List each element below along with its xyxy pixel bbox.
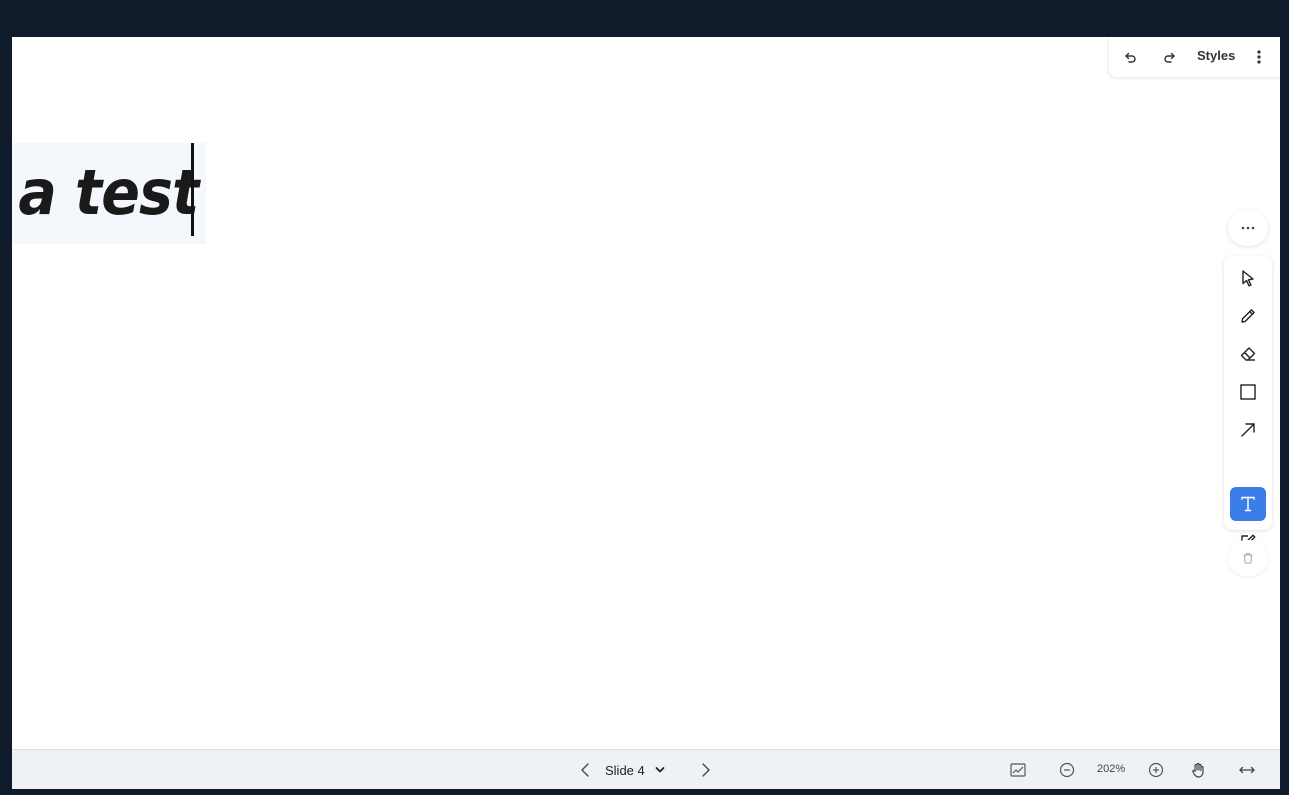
more-menu-button[interactable]: [1246, 45, 1272, 69]
rectangle-tool[interactable]: [1230, 375, 1266, 409]
zoom-in-button[interactable]: [1143, 757, 1169, 783]
bottom-bar: Slide 4 202%: [12, 749, 1280, 789]
chevron-right-icon: [701, 762, 711, 778]
arrow-tool[interactable]: [1230, 413, 1266, 447]
slide-label: Slide 4: [605, 762, 645, 778]
previous-slide-button[interactable]: [572, 757, 598, 783]
text-caret: [191, 143, 194, 236]
chevron-left-icon: [580, 762, 590, 778]
kebab-menu-icon: [1256, 49, 1262, 65]
chevron-down-icon: [655, 766, 665, 774]
hand-icon: [1190, 762, 1206, 778]
eraser-tool[interactable]: [1230, 337, 1266, 371]
redo-button[interactable]: [1157, 45, 1183, 69]
text-box[interactable]: is a test: [12, 143, 206, 244]
zoom-out-button[interactable]: [1054, 757, 1080, 783]
chart-button[interactable]: [1005, 757, 1031, 783]
more-tools-button[interactable]: [1228, 210, 1268, 246]
select-tool[interactable]: [1230, 261, 1266, 295]
fit-width-icon: [1238, 765, 1256, 775]
square-icon: [1239, 383, 1257, 401]
pan-button[interactable]: [1185, 757, 1211, 783]
zoom-in-icon: [1148, 762, 1164, 778]
right-frame-edge: [1280, 37, 1289, 789]
chart-icon: [1010, 763, 1026, 777]
text-t-icon: [1239, 495, 1257, 513]
cursor-arrow-icon: [1239, 269, 1257, 287]
trash-icon: [1242, 552, 1254, 564]
ellipsis-icon: [1241, 226, 1255, 230]
left-frame-edge: [0, 37, 12, 789]
delete-button[interactable]: [1228, 540, 1268, 576]
text-box-content[interactable]: is a test: [12, 149, 199, 237]
zoom-level: 202%: [1097, 763, 1126, 775]
fit-width-button[interactable]: [1234, 757, 1260, 783]
bottom-frame-edge: [0, 789, 1289, 795]
pencil-icon: [1239, 307, 1257, 325]
arrow-up-right-icon: [1239, 421, 1257, 439]
zoom-out-icon: [1059, 762, 1075, 778]
eraser-icon: [1239, 345, 1257, 363]
top-toolbar: Styles: [1109, 37, 1280, 77]
top-bar: [0, 0, 1289, 37]
undo-icon: [1122, 49, 1138, 65]
tool-palette: [1224, 256, 1272, 549]
redo-icon: [1162, 49, 1178, 65]
pen-tool[interactable]: [1230, 299, 1266, 333]
next-slide-button[interactable]: [693, 757, 719, 783]
slide-selector[interactable]: Slide 4: [605, 758, 683, 782]
text-tool[interactable]: [1230, 487, 1266, 521]
undo-button[interactable]: [1117, 45, 1143, 69]
styles-button[interactable]: Styles: [1197, 48, 1235, 63]
whiteboard-canvas[interactable]: is a test Styles: [12, 37, 1280, 749]
